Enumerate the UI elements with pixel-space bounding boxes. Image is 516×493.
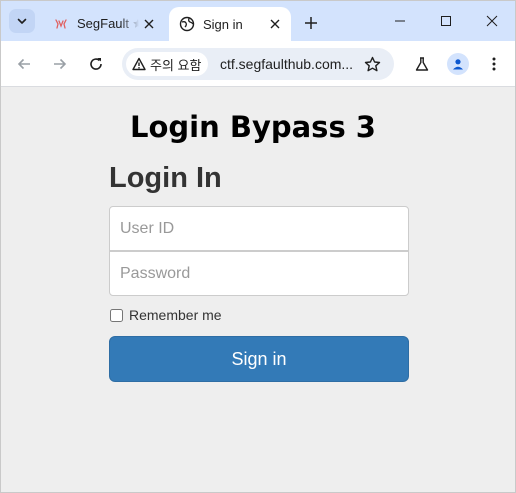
tab-title: SegFault 🟊 xyxy=(77,15,139,31)
bookmark-star-icon[interactable] xyxy=(360,52,384,76)
remember-me-label: Remember me xyxy=(129,307,222,323)
browser-toolbar: 주의 요함 ctf.segfaulthub.com... xyxy=(1,41,515,87)
avatar xyxy=(447,53,469,75)
tab-sign-in[interactable]: Sign in xyxy=(169,7,291,41)
flask-icon xyxy=(415,57,429,71)
close-window-button[interactable] xyxy=(469,1,515,41)
arrow-left-icon xyxy=(17,58,30,70)
page-title: Login Bypass 3 xyxy=(130,110,376,144)
page-content: Login Bypass 3 Login In Remember me Sign… xyxy=(1,88,515,492)
close-icon xyxy=(486,15,498,27)
reload-icon xyxy=(90,58,102,70)
segfault-favicon-icon xyxy=(53,16,69,32)
form-title: Login In xyxy=(109,162,222,194)
sign-in-button[interactable]: Sign in xyxy=(109,336,409,382)
tab-segfault[interactable]: SegFault 🟊 xyxy=(43,7,165,41)
minimize-icon xyxy=(395,20,405,22)
back-button[interactable] xyxy=(10,50,38,78)
maximize-icon xyxy=(441,16,451,26)
close-tab-icon[interactable] xyxy=(265,14,285,34)
person-icon xyxy=(453,59,463,70)
warning-icon xyxy=(132,57,146,71)
plus-icon xyxy=(305,17,317,29)
reload-button[interactable] xyxy=(82,50,110,78)
tab-title: Sign in xyxy=(203,16,243,32)
more-vert-icon xyxy=(492,57,496,71)
minimize-button[interactable] xyxy=(377,1,423,41)
remember-me-checkbox[interactable] xyxy=(110,308,123,322)
profile-button[interactable] xyxy=(444,50,472,78)
password-input[interactable] xyxy=(109,251,409,296)
address-bar[interactable]: 주의 요함 ctf.segfaulthub.com... xyxy=(122,48,394,80)
security-indicator[interactable]: 주의 요함 xyxy=(126,52,208,76)
new-tab-button[interactable] xyxy=(299,11,323,35)
user-id-input[interactable] xyxy=(109,206,409,251)
maximize-button[interactable] xyxy=(423,1,469,41)
tab-strip: SegFault 🟊 Sign in xyxy=(1,1,515,41)
globe-icon xyxy=(179,16,195,32)
labs-button[interactable] xyxy=(408,50,436,78)
chevron-down-icon xyxy=(17,18,27,24)
forward-button[interactable] xyxy=(46,50,74,78)
arrow-right-icon xyxy=(54,58,67,70)
close-tab-icon[interactable] xyxy=(139,14,159,34)
tab-search-button[interactable] xyxy=(9,9,35,33)
security-label: 주의 요함 xyxy=(150,57,202,73)
menu-button[interactable] xyxy=(480,50,508,78)
url-text[interactable]: ctf.segfaulthub.com... xyxy=(220,48,360,80)
remember-me[interactable]: Remember me xyxy=(109,307,222,323)
